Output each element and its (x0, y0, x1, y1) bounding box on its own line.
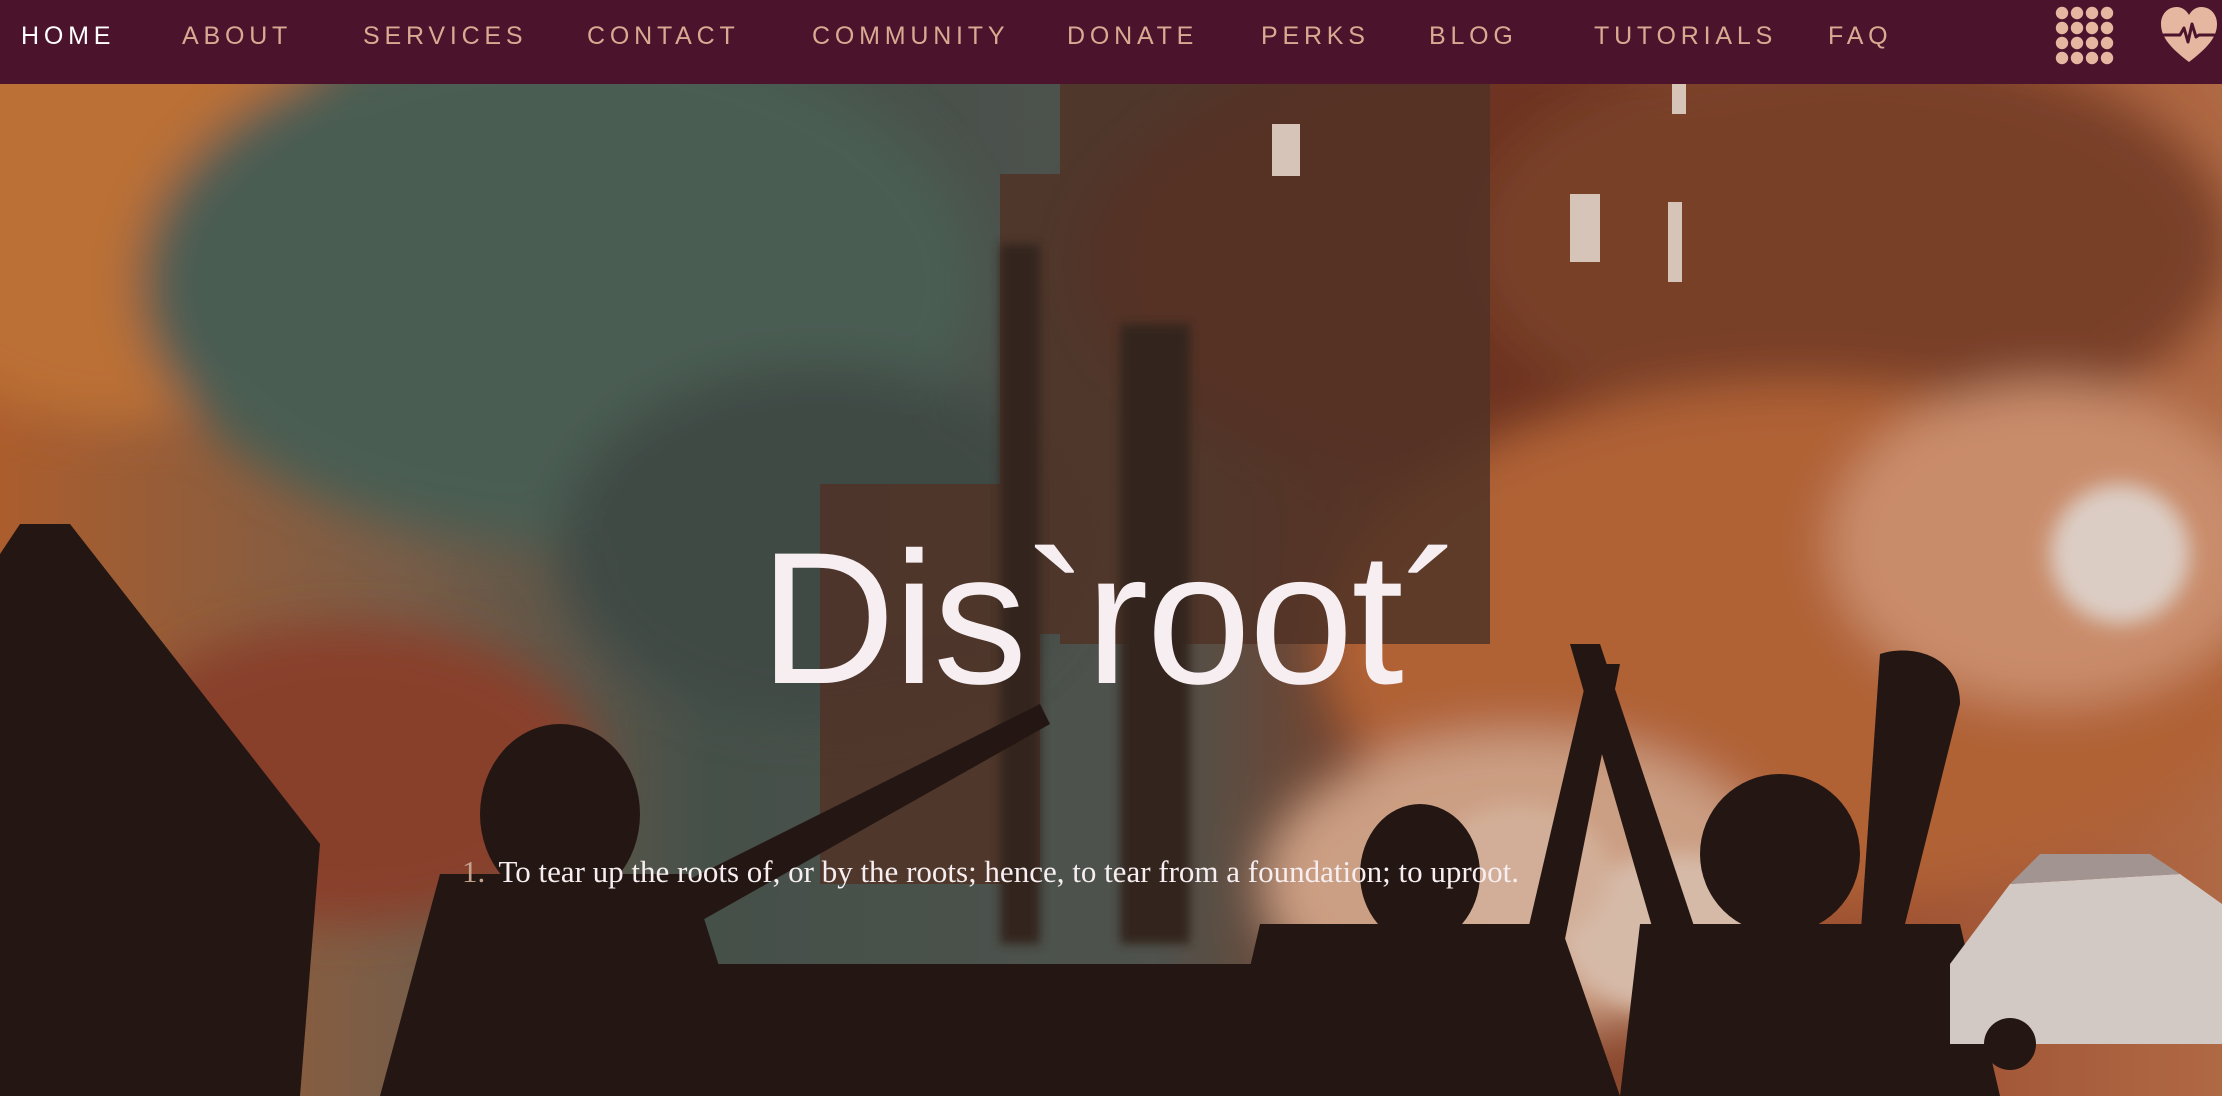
nav-perks[interactable]: PERKS (1261, 0, 1370, 72)
nav-blog[interactable]: BLOG (1429, 0, 1518, 72)
hero-definition: 1. To tear up the roots of, or by the ro… (462, 856, 1862, 887)
hero-section: Dis`root´ 1. To tear up the roots of, or… (0, 84, 2222, 1096)
nav-home[interactable]: HOME (21, 0, 115, 72)
nav-contact[interactable]: CONTACT (587, 0, 740, 72)
definition-text: To tear up the roots of, or by the roots… (498, 854, 1520, 889)
heart-pulse-icon[interactable] (2158, 4, 2220, 66)
nav-services[interactable]: SERVICES (363, 0, 527, 72)
nav-donate[interactable]: DONATE (1067, 0, 1198, 72)
top-navigation: HOME ABOUT SERVICES CONTACT COMMUNITY DO… (0, 0, 2222, 84)
nav-tutorials[interactable]: TUTORIALS (1594, 0, 1777, 72)
apps-grid-icon[interactable] (2055, 6, 2115, 66)
nav-faq[interactable]: FAQ (1828, 0, 1892, 72)
site-title: Dis`root´ (759, 513, 1465, 723)
nav-about[interactable]: ABOUT (182, 0, 292, 72)
definition-number: 1. (462, 854, 486, 889)
nav-community[interactable]: COMMUNITY (812, 0, 1009, 72)
